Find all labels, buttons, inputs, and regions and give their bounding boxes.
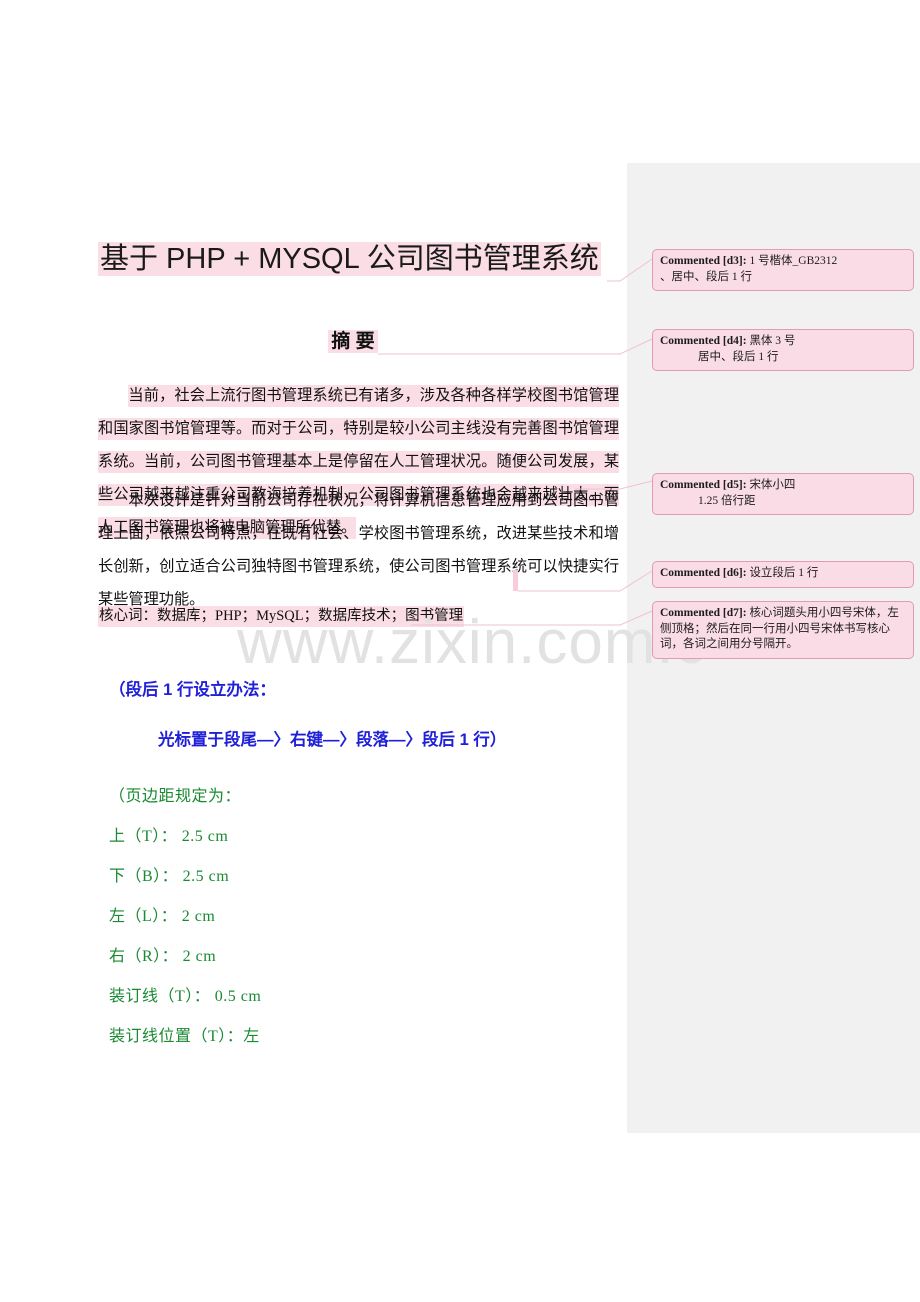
keywords-line: 核心词：数据库；PHP；MySQL；数据库技术；图书管理: [98, 604, 619, 628]
comment-d5-text-2: 1.25 倍行距: [698, 494, 756, 507]
comment-d4-text-1: 黑体 3 号: [746, 335, 796, 347]
abstract-heading-text: 摘 要: [328, 330, 378, 353]
margin-setting-line-5: 装订线（T）： 0.5 cm: [109, 988, 262, 1005]
comment-balloon-d6[interactable]: Commented [d6]: 设立段后 1 行: [652, 561, 914, 588]
page-title-text: 基于 PHP + MYSQL 公司图书管理系统: [98, 242, 601, 276]
comment-d6-tag: Commented [d6]:: [660, 567, 747, 579]
margin-setting-line-3: 左（L）： 2 cm: [109, 908, 216, 925]
margin-setting-line-1: 上（T）： 2.5 cm: [109, 828, 229, 845]
comment-balloon-d4[interactable]: Commented [d4]: 黑体 3 号 居中、段后 1 行: [652, 329, 914, 371]
comment-d5-text-1: 宋体小四: [746, 479, 796, 491]
comment-d4-text-2: 居中、段后 1 行: [698, 350, 779, 363]
abstract-paragraph-2: 本次设计是针对当前公司存在状况，将计算机信息管理应用到公司图书管理上面，依照公司…: [98, 492, 619, 608]
keywords-text: 核心词：数据库；PHP；MySQL；数据库技术；图书管理: [98, 606, 465, 627]
margin-setting-line-6: 装订线位置（T）：左: [109, 1028, 260, 1045]
instruction-blue-line-2: 光标置于段尾—〉右键—〉段落—〉段后 1 行）: [158, 731, 507, 749]
page-title: 基于 PHP + MYSQL 公司图书管理系统: [98, 239, 608, 279]
comment-balloon-d5[interactable]: Commented [d5]: 宋体小四 1.25 倍行距: [652, 473, 914, 515]
abstract-heading: 摘 要: [98, 328, 608, 355]
margin-setting-line-4: 右（R）： 2 cm: [109, 948, 217, 965]
margin-setting-line-2: 下（B）： 2.5 cm: [109, 868, 230, 885]
document-page: www.zixin.com.c 基于 PHP + MYSQL 公司图书管理系统 …: [0, 0, 920, 1302]
comment-d3-text-1: 1 号楷体_GB2312: [746, 255, 838, 267]
comment-d7-tag: Commented [d7]:: [660, 607, 747, 619]
comment-d4-tag: Commented [d4]:: [660, 335, 747, 347]
comment-balloon-d7[interactable]: Commented [d7]: 核心词题头用小四号宋体，左侧顶格；然后在同一行用…: [652, 601, 914, 659]
comment-d6-text-1: 设立段后 1 行: [746, 567, 819, 579]
instruction-blue-line-1: （段后 1 行设立办法：: [109, 681, 276, 699]
comment-balloon-d3[interactable]: Commented [d3]: 1 号楷体_GB2312 、居中、段后 1 行: [652, 249, 914, 291]
comment-d3-tag: Commented [d3]:: [660, 255, 747, 267]
margin-setting-line-0: （页边距规定为：: [109, 788, 242, 805]
comment-d5-tag: Commented [d5]:: [660, 479, 747, 491]
comment-d3-text-2: 、居中、段后 1 行: [660, 270, 752, 283]
comment-anchor-d6[interactable]: [513, 570, 518, 591]
